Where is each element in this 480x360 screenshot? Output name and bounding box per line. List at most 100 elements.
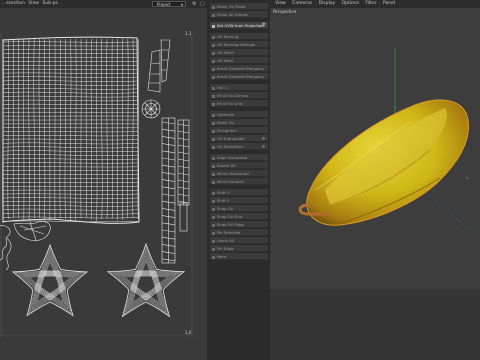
command-button[interactable]: Optimize bbox=[210, 111, 268, 118]
command-button[interactable]: Break Selected Polygons bbox=[210, 65, 268, 72]
command-button[interactable]: Pin Edge bbox=[210, 245, 268, 252]
command-label: UV Weld bbox=[217, 58, 233, 63]
command-label: Snap UV Grid bbox=[217, 214, 243, 219]
command-button[interactable]: UV Stitch bbox=[210, 49, 268, 56]
vp-menu-options[interactable]: Options bbox=[342, 0, 359, 8]
command-label: Optimize bbox=[217, 112, 235, 117]
command-label: Fit UV to Grid bbox=[217, 101, 243, 106]
command-button[interactable]: Fit UV to Grid bbox=[210, 100, 268, 107]
command-icon bbox=[212, 172, 215, 176]
command-button[interactable]: UV Triangulate bbox=[210, 135, 268, 142]
command-icon bbox=[212, 51, 215, 55]
command-button[interactable]: Relax UV bbox=[210, 119, 268, 126]
command-button[interactable]: Rotate 90 bbox=[210, 162, 268, 169]
command-button[interactable]: Set UVW from Projection ⚙ bbox=[210, 22, 268, 29]
viewport-menubar: View Cameras Display Options Filter Pane… bbox=[270, 0, 480, 8]
command-label: UV Triangulate bbox=[217, 136, 245, 141]
uv-island-cap bbox=[141, 99, 161, 119]
command-icon bbox=[212, 59, 215, 63]
command-icon bbox=[212, 75, 215, 79]
command-label: Fit UV to Canvas bbox=[217, 93, 249, 98]
command-button[interactable]: Relax UV Mode bbox=[210, 3, 268, 10]
menu-item-view[interactable]: View bbox=[28, 0, 39, 8]
command-button[interactable]: Straighten bbox=[210, 127, 268, 134]
command-label: Set UVW from Projection bbox=[217, 23, 264, 28]
command-button[interactable]: Break Selected Polygons bbox=[210, 73, 268, 80]
command-button[interactable]: Pin Selected bbox=[210, 229, 268, 236]
command-button[interactable]: Relax All Islands bbox=[210, 11, 268, 18]
command-label: Break Selected Polygons bbox=[217, 66, 264, 71]
command-icon bbox=[212, 191, 215, 195]
command-label: Mirror Horizontal bbox=[217, 171, 249, 176]
command-icon bbox=[212, 67, 215, 71]
command-icon bbox=[212, 199, 215, 203]
command-icon bbox=[212, 35, 215, 39]
uv-island-stem-strip bbox=[147, 39, 171, 93]
expand-icon[interactable]: ▢ bbox=[200, 0, 205, 8]
command-icon bbox=[212, 137, 215, 141]
command-button[interactable]: Align Horizontal bbox=[210, 154, 268, 161]
command-icon bbox=[212, 156, 215, 160]
uv-editor-panel: ...ssection View Sub-ps Project ▾ ⚙ ▢ 1,… bbox=[0, 0, 207, 360]
viewport-canvas[interactable] bbox=[270, 0, 480, 360]
command-label: Unpin All bbox=[217, 238, 234, 243]
viewport-panel: View Cameras Display Options Filter Pane… bbox=[270, 0, 480, 360]
options-dot-icon[interactable] bbox=[262, 145, 265, 148]
command-button[interactable]: Mirror Horizontal bbox=[210, 170, 268, 177]
command-button[interactable]: Flip U bbox=[210, 84, 268, 91]
command-label: Rotate 90 bbox=[217, 163, 236, 168]
command-button[interactable]: UV Weld bbox=[210, 57, 268, 64]
uv-island-strips bbox=[161, 117, 190, 264]
command-label: UV Packing Settings bbox=[217, 42, 255, 47]
command-button[interactable]: Shift U bbox=[210, 189, 268, 196]
command-label: Snap UV bbox=[217, 206, 234, 211]
command-button[interactable]: Snap UV Edge bbox=[210, 221, 268, 228]
command-icon bbox=[212, 239, 215, 243]
command-label: Snap UV Edge bbox=[217, 222, 244, 227]
vp-menu-display[interactable]: Display bbox=[319, 0, 336, 8]
command-button[interactable]: Snap UV bbox=[210, 205, 268, 212]
vp-menu-panel[interactable]: Panel bbox=[383, 0, 395, 8]
command-label: Flip U bbox=[217, 85, 228, 90]
uv-coord-top: 1,1 bbox=[185, 31, 192, 36]
vp-menu-view[interactable]: View bbox=[275, 0, 286, 8]
vp-menu-filter[interactable]: Filter bbox=[365, 0, 376, 8]
settings-icon[interactable]: ⚙ bbox=[192, 0, 196, 8]
command-icon bbox=[212, 121, 215, 125]
uv-canvas[interactable] bbox=[0, 8, 207, 360]
vp-menu-cameras[interactable]: Cameras bbox=[292, 0, 312, 8]
command-icon bbox=[212, 24, 215, 28]
command-label: Shift U bbox=[217, 190, 230, 195]
command-button[interactable]: Shift V bbox=[210, 197, 268, 204]
command-icon bbox=[212, 207, 215, 211]
command-button[interactable]: Fit UV to Canvas bbox=[210, 92, 268, 99]
command-label: Pin Selected bbox=[217, 230, 241, 235]
command-button[interactable]: Unpin All bbox=[210, 237, 268, 244]
projection-dropdown-value: Project bbox=[157, 2, 171, 7]
command-icon bbox=[212, 255, 215, 259]
command-icon bbox=[212, 102, 215, 106]
menu-item-selection[interactable]: ...ssection bbox=[2, 0, 25, 8]
chevron-down-icon: ▾ bbox=[180, 2, 183, 7]
starfruit-model[interactable] bbox=[298, 99, 469, 226]
command-icon bbox=[212, 247, 215, 251]
command-button[interactable]: Weld bbox=[210, 253, 268, 260]
command-icon bbox=[212, 180, 215, 184]
command-button[interactable]: Snap UV Grid bbox=[210, 213, 268, 220]
command-button[interactable]: UV Straighten bbox=[210, 143, 268, 150]
viewport-camera-label: Perspective bbox=[273, 9, 297, 14]
gear-icon[interactable]: ⚙ bbox=[262, 22, 266, 28]
command-label: Relax UV Mode bbox=[217, 4, 246, 9]
projection-dropdown[interactable]: Project ▾ bbox=[152, 1, 186, 7]
command-icon bbox=[212, 129, 215, 133]
command-label: Break Selected Polygons bbox=[217, 74, 264, 79]
command-icon bbox=[212, 223, 215, 227]
uv-island-body bbox=[2, 36, 140, 224]
menu-item-subps[interactable]: Sub-ps bbox=[42, 0, 57, 8]
command-label: Shift V bbox=[217, 198, 230, 203]
command-button[interactable]: UV Packing Settings bbox=[210, 41, 268, 48]
options-dot-icon[interactable] bbox=[262, 137, 265, 140]
command-button[interactable]: UV Packing bbox=[210, 33, 268, 40]
command-button[interactable]: Mirror Vertical bbox=[210, 178, 268, 185]
command-label: Weld bbox=[217, 254, 227, 259]
